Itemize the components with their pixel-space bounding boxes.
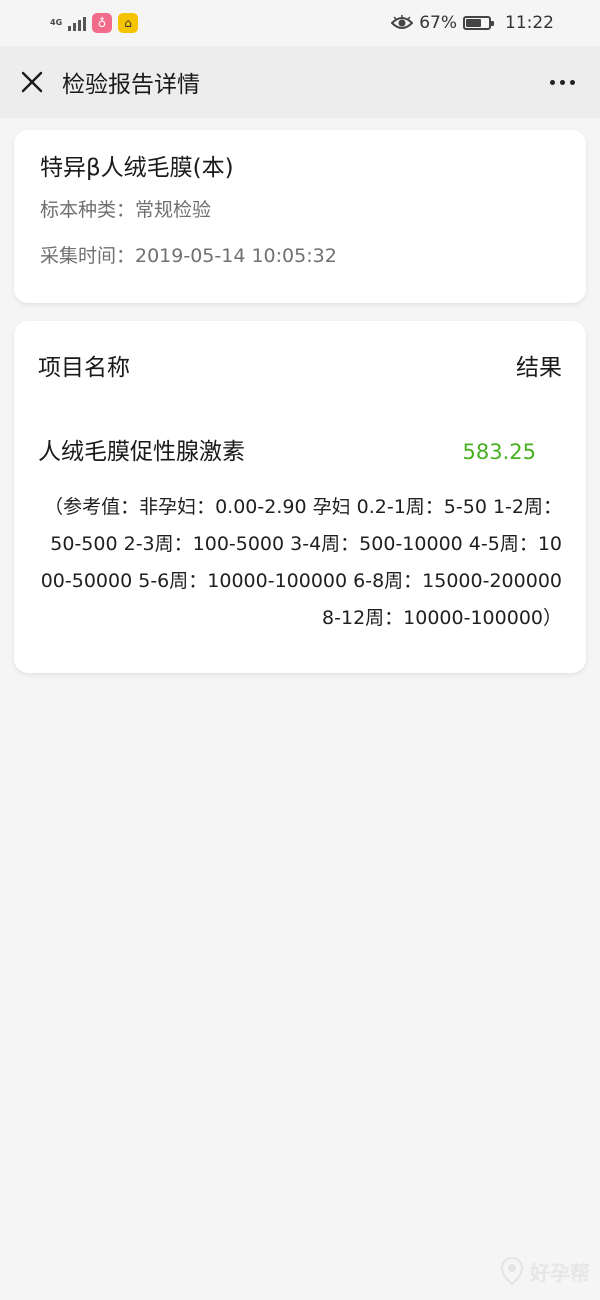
close-button[interactable] — [18, 68, 46, 96]
close-icon — [21, 71, 43, 93]
header: 检验报告详情 — [0, 46, 600, 118]
specimen-type: 标本种类：常规检验 — [40, 199, 212, 221]
clock: 11:22 — [505, 13, 554, 33]
app-notification-icon: ♁ — [92, 13, 112, 33]
battery-fill — [466, 19, 481, 27]
network-type: 4G — [50, 18, 63, 27]
reference-range: （参考值：非孕妇：0.00-2.90 孕妇 0.2-1周：5-50 1-2周：5… — [40, 496, 562, 629]
report-title: 特异β人绒毛膜(本) — [40, 155, 234, 181]
results-table-header: 项目名称 结果 — [38, 351, 562, 385]
page: 4G ♁ ⌂ 67% 11:22 检验报告详情 特异β人绒毛膜(本) 标本种类：… — [0, 0, 600, 1300]
eye-icon — [391, 15, 414, 31]
watermark: 好孕帮 — [500, 1256, 590, 1286]
more-dot-icon — [569, 79, 575, 85]
watermark-text: 好孕帮 — [530, 1260, 590, 1285]
column-result: 结果 — [516, 355, 562, 381]
status-bar: 4G ♁ ⌂ 67% 11:22 — [0, 0, 600, 46]
battery-percent: 67% — [419, 13, 457, 33]
page-title: 检验报告详情 — [62, 72, 200, 98]
car-app-icon: ⌂ — [118, 13, 138, 33]
column-item-name: 项目名称 — [38, 355, 130, 381]
result-row: 人绒毛膜促性腺激素 583.25 — [38, 435, 562, 469]
more-dot-icon — [549, 79, 555, 85]
report-info-card: 特异β人绒毛膜(本) 标本种类：常规检验 采集时间：2019-05-14 10:… — [14, 130, 586, 303]
watermark-logo-icon — [500, 1256, 524, 1286]
result-item-name: 人绒毛膜促性腺激素 — [38, 439, 245, 465]
signal-icon — [68, 15, 86, 31]
more-options-button[interactable] — [542, 68, 582, 96]
status-right: 67% 11:22 — [391, 13, 554, 33]
more-dot-icon — [559, 79, 565, 85]
result-item-value: 583.25 — [462, 440, 536, 464]
collection-time: 采集时间：2019-05-14 10:05:32 — [40, 245, 337, 267]
battery-icon — [463, 16, 494, 30]
status-left: 4G ♁ ⌂ — [50, 13, 138, 33]
results-card: 项目名称 结果 人绒毛膜促性腺激素 583.25 （参考值：非孕妇：0.00-2… — [14, 321, 586, 673]
